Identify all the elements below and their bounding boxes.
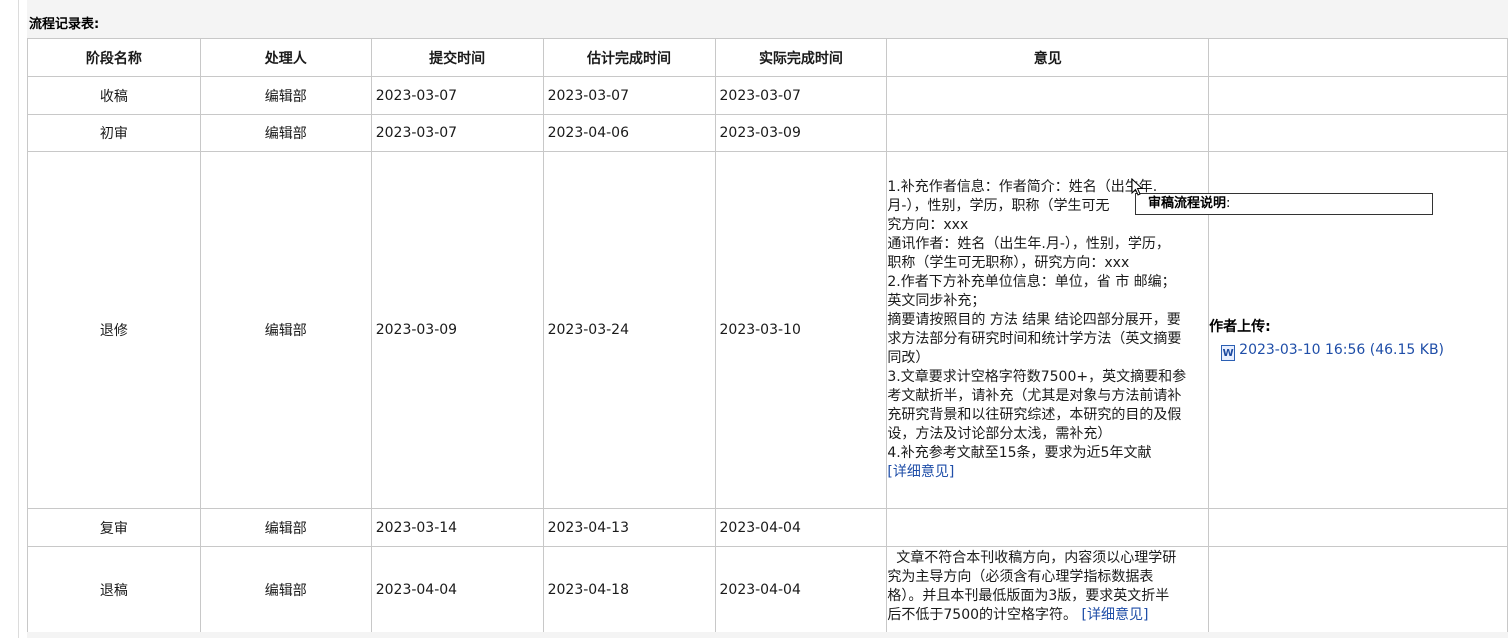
- opinion-line: 同改）: [887, 350, 930, 366]
- tooltip-suffix: :: [1226, 196, 1231, 211]
- cell-submitted: 2023-03-14: [370, 508, 544, 547]
- cell-stage: 收稿: [27, 76, 201, 115]
- uploaded-file[interactable]: W 2023-03-10 16:56 (46.15 KB): [1221, 342, 1507, 361]
- cell-extra: [1208, 114, 1508, 152]
- cell-actual: 2023-03-07: [714, 76, 888, 115]
- cell-submitted: 2023-03-09: [370, 151, 544, 509]
- review-process-tooltip: 审稿流程说明:: [1135, 193, 1433, 215]
- opinion-line: 职称（学生可无职称），研究方向：xxx: [887, 255, 1130, 271]
- opinion-line: 摘要请按照目的 方法 结果 结论四部分展开，要: [887, 312, 1181, 328]
- cell-opinion: [886, 114, 1210, 152]
- header-actual: 实际完成时间: [714, 38, 888, 77]
- header-stage: 阶段名称: [27, 38, 201, 77]
- cell-estimated: 2023-04-13: [542, 508, 716, 547]
- table-row: 收稿 编辑部 2023-03-07 2023-03-07 2023-03-07: [27, 76, 1508, 115]
- cell-stage: 退修: [27, 151, 201, 509]
- table-row: 复审 编辑部 2023-03-14 2023-04-13 2023-04-04: [27, 508, 1508, 547]
- cell-stage: 退稿: [27, 546, 201, 633]
- opinion-line: 文章不符合本刊收稿方向，内容须以心理学研: [887, 550, 1177, 566]
- header-handler: 处理人: [199, 38, 372, 77]
- opinion-line: 格）。并且本刊最低版面为3版，要求英文折半: [887, 588, 1170, 604]
- detail-opinion-link[interactable]: [详细意见]: [1081, 607, 1148, 623]
- opinion-line: 2.作者下方补充单位信息：单位，省 市 邮编；: [887, 274, 1176, 290]
- opinion-line: 设，方法及讨论部分太浅，需补充）: [887, 426, 1112, 442]
- table-row: 退稿 编辑部 2023-04-04 2023-04-18 2023-04-04 …: [27, 546, 1508, 633]
- mouse-cursor-icon: [1131, 178, 1143, 196]
- detail-opinion-link[interactable]: [详细意见]: [887, 464, 954, 480]
- cell-actual: 2023-04-04: [714, 546, 888, 633]
- opinion-line: 究方向：xxx: [887, 217, 969, 233]
- cell-opinion-rejection: 文章不符合本刊收稿方向，内容须以心理学研 究为主导方向（必须含有心理学指标数据表格…: [886, 546, 1210, 633]
- left-divider: [18, 0, 19, 638]
- cell-actual: 2023-04-04: [714, 508, 888, 547]
- cell-extra: [1208, 76, 1508, 115]
- opinion-line: 3.文章要求计空格字符数7500+，英文摘要和参: [887, 369, 1187, 385]
- cell-opinion: [886, 76, 1210, 115]
- bottom-strip: [27, 632, 1508, 638]
- header-opinion: 意见: [886, 38, 1210, 77]
- opinion-line: 后不低于7500的计空格字符。: [887, 607, 1078, 623]
- cell-stage: 初审: [27, 114, 201, 152]
- uploaded-file-link[interactable]: 2023-03-10 16:56 (46.15 KB): [1239, 342, 1444, 358]
- cell-handler: 编辑部: [199, 508, 372, 547]
- cell-handler: 编辑部: [199, 546, 372, 633]
- tooltip-title: 审稿流程说明: [1148, 196, 1227, 211]
- table-row: 初审 编辑部 2023-03-07 2023-04-06 2023-03-09: [27, 114, 1508, 152]
- cell-actual: 2023-03-10: [714, 151, 888, 509]
- cell-extra: [1208, 546, 1508, 633]
- cell-submitted: 2023-04-04: [370, 546, 544, 633]
- cell-estimated: 2023-03-24: [542, 151, 716, 509]
- cell-extra: [1208, 508, 1508, 547]
- author-upload-label: 作者上传:: [1209, 318, 1271, 335]
- cell-submitted: 2023-03-07: [370, 76, 544, 115]
- flow-record-table: 阶段名称 处理人 提交时间 估计完成时间 实际完成时间 意见 收稿 编辑部 20…: [27, 38, 1508, 633]
- cell-handler: 编辑部: [199, 114, 372, 152]
- cell-estimated: 2023-04-18: [542, 546, 716, 633]
- opinion-line: 考文献折半，请补充（尤其是对象与方法前请补: [887, 388, 1182, 404]
- cell-handler: 编辑部: [199, 151, 372, 509]
- opinion-line: 求方法部分有研究时间和统计学方法（英文摘要: [887, 331, 1182, 347]
- cell-opinion: [886, 508, 1210, 547]
- header-estimated: 估计完成时间: [542, 38, 716, 77]
- cell-estimated: 2023-04-06: [542, 114, 716, 152]
- cell-submitted: 2023-03-07: [370, 114, 544, 152]
- word-doc-icon: W: [1221, 344, 1236, 361]
- section-title: 流程记录表:: [29, 17, 100, 32]
- table-header-row: 阶段名称 处理人 提交时间 估计完成时间 实际完成时间 意见: [27, 38, 1508, 77]
- header-extra: [1208, 38, 1508, 77]
- opinion-line: 通讯作者：姓名（出生年.月-），性别，学历，: [887, 236, 1170, 252]
- cell-actual: 2023-03-09: [714, 114, 888, 152]
- cell-estimated: 2023-03-07: [542, 76, 716, 115]
- cell-handler: 编辑部: [199, 76, 372, 115]
- page-root: 流程记录表: 阶段名称 处理人 提交时间 估计完成时间 实际完成时间 意见 收稿…: [0, 0, 1508, 638]
- opinion-line: 充研究背景和以往研究综述，本研究的目的及假: [887, 407, 1182, 423]
- opinion-line: 英文同步补充；: [887, 293, 986, 309]
- cell-stage: 复审: [27, 508, 201, 547]
- header-submitted: 提交时间: [370, 38, 544, 77]
- opinion-line: 究为主导方向（必须含有心理学指标数据表: [887, 569, 1154, 585]
- opinion-line: 4.补充参考文献至15条，要求为近5年文献: [887, 445, 1152, 461]
